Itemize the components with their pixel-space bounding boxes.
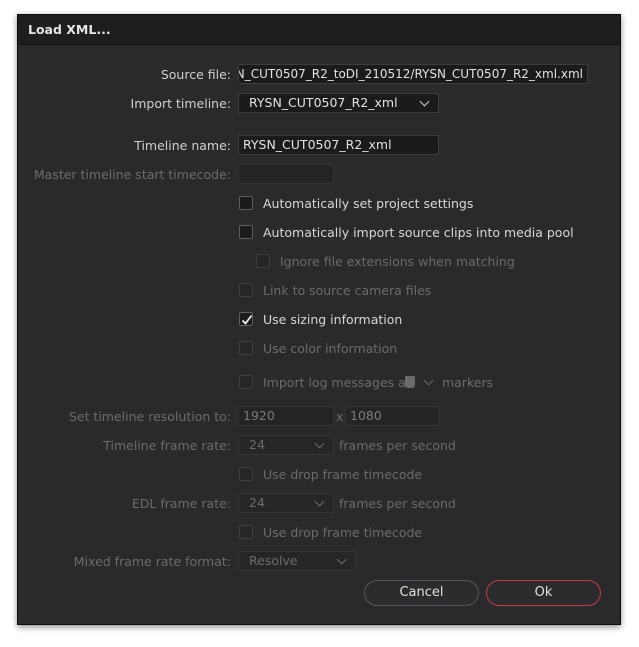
timeline-fps-label: frames per second (339, 438, 456, 453)
import-log-label: Import log messages as (263, 375, 413, 390)
chevron-down-icon (336, 554, 347, 565)
set-resolution-label: Set timeline resolution to: (68, 409, 231, 424)
dialog-titlebar: Load XML... (18, 15, 620, 45)
mixed-frame-rate-format-dropdown[interactable]: Resolve (238, 551, 356, 571)
import-timeline-value: RYSN_CUT0507_R2_xml (249, 95, 398, 110)
edl-frame-rate-dropdown[interactable]: 24 (238, 493, 334, 513)
checkmark-icon (241, 314, 253, 325)
drop-frame-timecode-checkbox-2[interactable] (239, 525, 253, 539)
chevron-down-icon (419, 96, 430, 107)
timeline-frame-rate-label: Timeline frame rate: (103, 438, 231, 453)
import-timeline-label: Import timeline: (130, 96, 231, 111)
resolution-height-input[interactable]: 1080 (345, 406, 440, 426)
source-file-field[interactable]: /RYSN_CUT0507_R2_toDI_210512/RYSN_CUT050… (238, 64, 588, 84)
ignore-extensions-label: Ignore file extensions when matching (280, 254, 515, 269)
resolution-x-label: x (336, 409, 344, 424)
auto-import-clips-label: Automatically import source clips into m… (263, 225, 574, 240)
cancel-button[interactable]: Cancel (364, 580, 479, 606)
master-start-timecode-input[interactable] (238, 164, 334, 184)
marker-icon (405, 376, 415, 388)
mixed-frame-rate-format-value: Resolve (249, 553, 298, 568)
chevron-down-icon (423, 375, 434, 386)
use-color-checkbox[interactable] (239, 341, 253, 355)
use-sizing-checkbox[interactable] (239, 312, 253, 326)
use-color-label: Use color information (263, 341, 398, 356)
link-camera-files-label: Link to source camera files (263, 283, 432, 298)
timeline-name-input[interactable]: RYSN_CUT0507_R2_xml (238, 135, 439, 155)
link-camera-files-checkbox[interactable] (239, 283, 253, 297)
chevron-down-icon (314, 438, 325, 449)
edl-frame-rate-value: 24 (249, 495, 265, 510)
drop-frame-timecode-label-1: Use drop frame timecode (263, 467, 423, 482)
use-sizing-label: Use sizing information (263, 312, 403, 327)
timeline-frame-rate-dropdown[interactable]: 24 (238, 435, 334, 455)
edl-frame-rate-label: EDL frame rate: (131, 496, 231, 511)
auto-project-settings-checkbox[interactable] (239, 196, 253, 210)
source-file-label: Source file: (160, 67, 231, 82)
auto-import-clips-checkbox[interactable] (239, 225, 253, 239)
load-xml-dialog: Load XML... Source file: /RYSN_CUT0507_R… (17, 14, 621, 625)
chevron-down-icon (314, 496, 325, 507)
ignore-extensions-checkbox[interactable] (256, 254, 270, 268)
timeline-frame-rate-value: 24 (249, 437, 265, 452)
marker-color-dropdown[interactable] (404, 374, 438, 390)
import-log-checkbox[interactable] (239, 375, 253, 389)
ok-button[interactable]: Ok (486, 580, 601, 606)
master-start-timecode-label: Master timeline start timecode: (33, 167, 231, 182)
timeline-name-label: Timeline name: (134, 138, 231, 153)
drop-frame-timecode-checkbox-1[interactable] (239, 467, 253, 481)
mixed-frame-rate-format-label: Mixed frame rate format: (73, 554, 231, 569)
drop-frame-timecode-label-2: Use drop frame timecode (263, 525, 423, 540)
import-timeline-dropdown[interactable]: RYSN_CUT0507_R2_xml (238, 93, 439, 113)
dialog-title: Load XML... (28, 22, 111, 37)
edl-fps-label: frames per second (339, 496, 456, 511)
auto-project-settings-label: Automatically set project settings (263, 196, 474, 211)
markers-label: markers (442, 375, 494, 390)
resolution-width-input[interactable]: 1920 (238, 406, 334, 426)
